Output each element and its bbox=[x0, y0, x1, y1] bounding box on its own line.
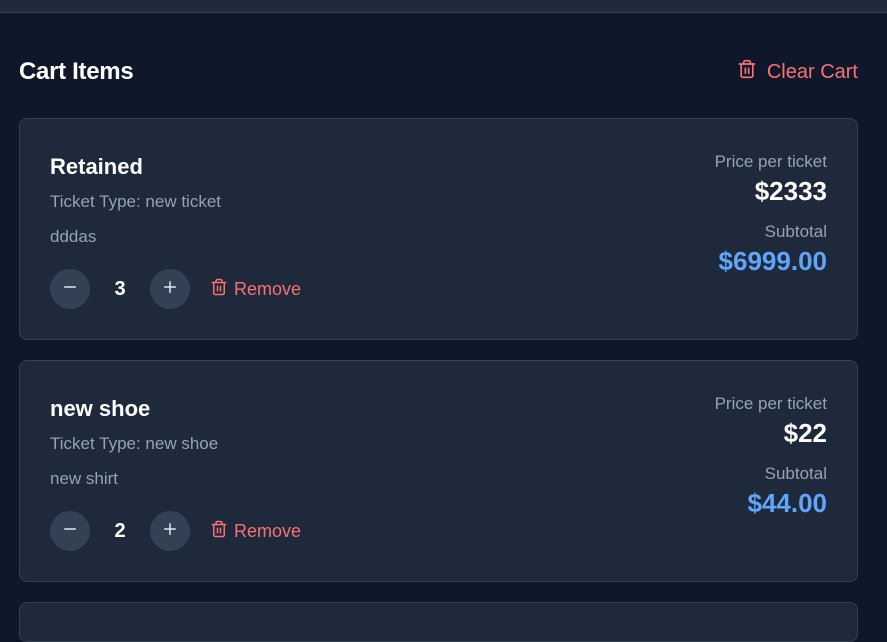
price-label: Price per ticket bbox=[714, 394, 827, 413]
subtotal-label: Subtotal bbox=[764, 464, 827, 483]
subtotal-value: $6999.00 bbox=[718, 246, 827, 276]
decrease-quantity-button[interactable] bbox=[50, 269, 90, 309]
item-description: dddas bbox=[50, 227, 97, 246]
increase-quantity-button[interactable] bbox=[150, 511, 190, 551]
page-title: Cart Items bbox=[19, 58, 134, 85]
subtotal-value: $44.00 bbox=[747, 488, 827, 518]
price-value: $2333 bbox=[754, 176, 827, 206]
remove-label: Remove bbox=[234, 520, 302, 541]
cart-header: Cart Items Clear Cart bbox=[19, 56, 858, 88]
quantity-stepper: 3 Remove bbox=[50, 269, 301, 309]
top-bar bbox=[0, 0, 887, 13]
quantity-stepper: 2 Remove bbox=[50, 511, 301, 551]
remove-button[interactable]: Remove bbox=[210, 520, 301, 543]
price-value: $22 bbox=[783, 418, 827, 448]
minus-icon bbox=[61, 278, 79, 301]
item-ticket-type: Ticket Type: new shoe bbox=[50, 434, 219, 453]
item-name: Retained bbox=[50, 154, 143, 179]
quantity-value: 2 bbox=[114, 519, 126, 542]
item-ticket-type: Ticket Type: new ticket bbox=[50, 192, 222, 211]
quantity-value: 3 bbox=[114, 277, 126, 300]
decrease-quantity-button[interactable] bbox=[50, 511, 90, 551]
cart-item: Retained Ticket Type: new ticket dddas 3… bbox=[19, 118, 858, 340]
trash-icon bbox=[210, 278, 228, 301]
plus-icon bbox=[161, 278, 179, 301]
clear-cart-button[interactable]: Clear Cart bbox=[737, 59, 858, 85]
price-summary: Price per ticket $2333 Subtotal $6999.00 bbox=[715, 152, 827, 276]
clear-cart-label: Clear Cart bbox=[766, 60, 858, 83]
plus-icon bbox=[161, 520, 179, 543]
subtotal-label: Subtotal bbox=[764, 222, 827, 241]
item-name: new shoe bbox=[50, 396, 151, 421]
cart-item bbox=[19, 602, 858, 642]
cart-item: new shoe Ticket Type: new shoe new shirt… bbox=[19, 360, 858, 582]
remove-button[interactable]: Remove bbox=[210, 278, 301, 301]
increase-quantity-button[interactable] bbox=[150, 269, 190, 309]
item-description: new shirt bbox=[50, 469, 119, 488]
price-summary: Price per ticket $22 Subtotal $44.00 bbox=[715, 394, 827, 518]
trash-icon bbox=[210, 520, 228, 543]
trash-icon bbox=[737, 59, 757, 85]
minus-icon bbox=[61, 520, 79, 543]
price-label: Price per ticket bbox=[714, 152, 827, 171]
remove-label: Remove bbox=[234, 278, 302, 299]
